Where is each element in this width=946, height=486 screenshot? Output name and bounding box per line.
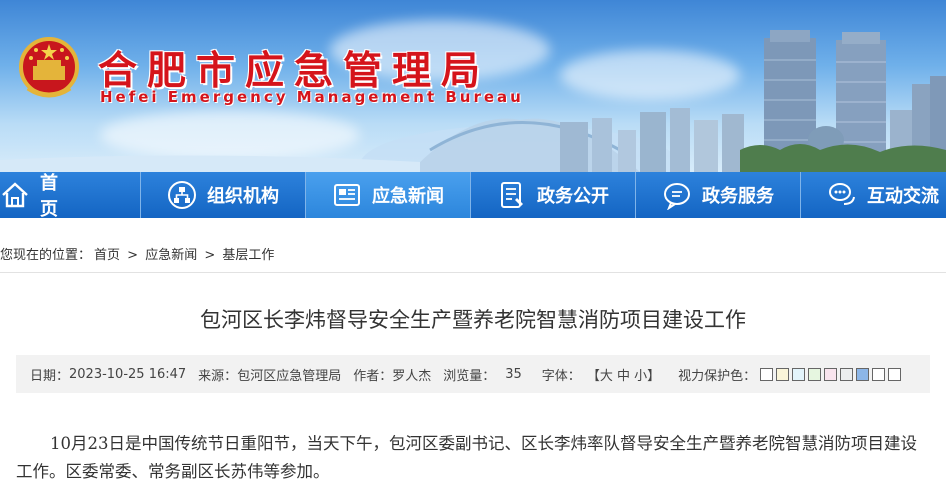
- nav-label-organization: 组织机构: [207, 186, 279, 207]
- article-meta-bar: 日期： 2023-10-25 16:47 来源： 包河区应急管理局 作者： 罗人…: [16, 355, 930, 393]
- breadcrumb-current-link[interactable]: 基层工作: [222, 248, 274, 263]
- nav-item-government-affairs[interactable]: 政务公开: [471, 172, 636, 218]
- article-body: 10月23日是中国传统节日重阳节，当天下午，包河区委副书记、区长李炜率队督导安全…: [16, 434, 917, 481]
- document-icon: [501, 182, 523, 208]
- nav-item-government-services[interactable]: 政务服务: [636, 172, 801, 218]
- vision-color-swatch[interactable]: [824, 367, 838, 381]
- news-icon: [334, 184, 360, 206]
- vision-color-swatch[interactable]: [840, 367, 854, 381]
- org-chart-icon: [168, 181, 196, 209]
- vision-color-swatch[interactable]: [760, 367, 774, 381]
- font-size-medium-link[interactable]: 中: [617, 365, 630, 384]
- source-value: 包河区应急管理局: [237, 368, 342, 384]
- font-size-label: 字体：: [541, 368, 581, 384]
- main-nav: 首 页 组织机构 应急新闻 政务公开 政务服务 互动交流: [0, 172, 946, 220]
- nav-label-interaction: 互动交流: [867, 186, 939, 207]
- breadcrumb: 您现在的位置： 首页 > 应急新闻 > 基层工作: [0, 244, 277, 263]
- article-title: 包河区长李炜督导安全生产暨养老院智慧消防项目建设工作: [200, 308, 746, 332]
- nav-label-government-affairs: 政务公开: [537, 186, 609, 207]
- chat-bubble-icon: [664, 183, 690, 210]
- breadcrumb-section-link[interactable]: 应急新闻: [145, 248, 197, 263]
- breadcrumb-separator: >: [127, 248, 139, 263]
- nav-item-home[interactable]: 首 页: [0, 172, 141, 220]
- nav-label-emergency-news: 应急新闻: [372, 186, 444, 207]
- font-size-large-link[interactable]: 大: [600, 365, 613, 384]
- font-bracket-close: 】: [647, 368, 661, 384]
- vision-color-swatch[interactable]: [872, 367, 886, 381]
- nav-label-home: 首 页: [40, 173, 148, 220]
- vision-color-swatch[interactable]: [776, 367, 790, 381]
- header-banner: 合肥市应急管理局 Hefei Emergency Management Bure…: [0, 0, 946, 172]
- home-icon: [2, 182, 28, 208]
- vision-protection-label: 视力保护色：: [678, 368, 757, 384]
- font-size-small-link[interactable]: 小: [634, 365, 647, 384]
- vision-color-swatch[interactable]: [888, 367, 902, 381]
- city-skyline-illustration: [0, 30, 946, 172]
- breadcrumb-separator: >: [204, 248, 216, 263]
- vision-color-swatch[interactable]: [808, 367, 822, 381]
- source-label: 来源：: [198, 368, 238, 384]
- vision-color-swatch[interactable]: [856, 367, 870, 381]
- views-label: 浏览量：: [443, 368, 496, 384]
- author-value: 罗人杰: [392, 368, 432, 384]
- nav-label-government-services: 政务服务: [702, 186, 774, 207]
- author-label: 作者：: [353, 368, 393, 384]
- date-value: 2023-10-25 16:47: [69, 366, 187, 382]
- divider: [0, 272, 946, 273]
- breadcrumb-home-link[interactable]: 首页: [94, 248, 120, 263]
- breadcrumb-prefix: 您现在的位置：: [0, 248, 92, 263]
- date-label: 日期：: [30, 368, 70, 384]
- vision-color-swatch[interactable]: [792, 367, 806, 381]
- font-bracket-open: 【: [586, 368, 600, 384]
- views-value: 35: [505, 366, 522, 382]
- nav-item-emergency-news[interactable]: 应急新闻: [306, 172, 471, 218]
- nav-item-interaction[interactable]: 互动交流: [801, 172, 946, 218]
- nav-item-organization[interactable]: 组织机构: [141, 172, 306, 218]
- speech-bubbles-icon: [829, 183, 855, 205]
- vision-color-swatches: [760, 367, 904, 382]
